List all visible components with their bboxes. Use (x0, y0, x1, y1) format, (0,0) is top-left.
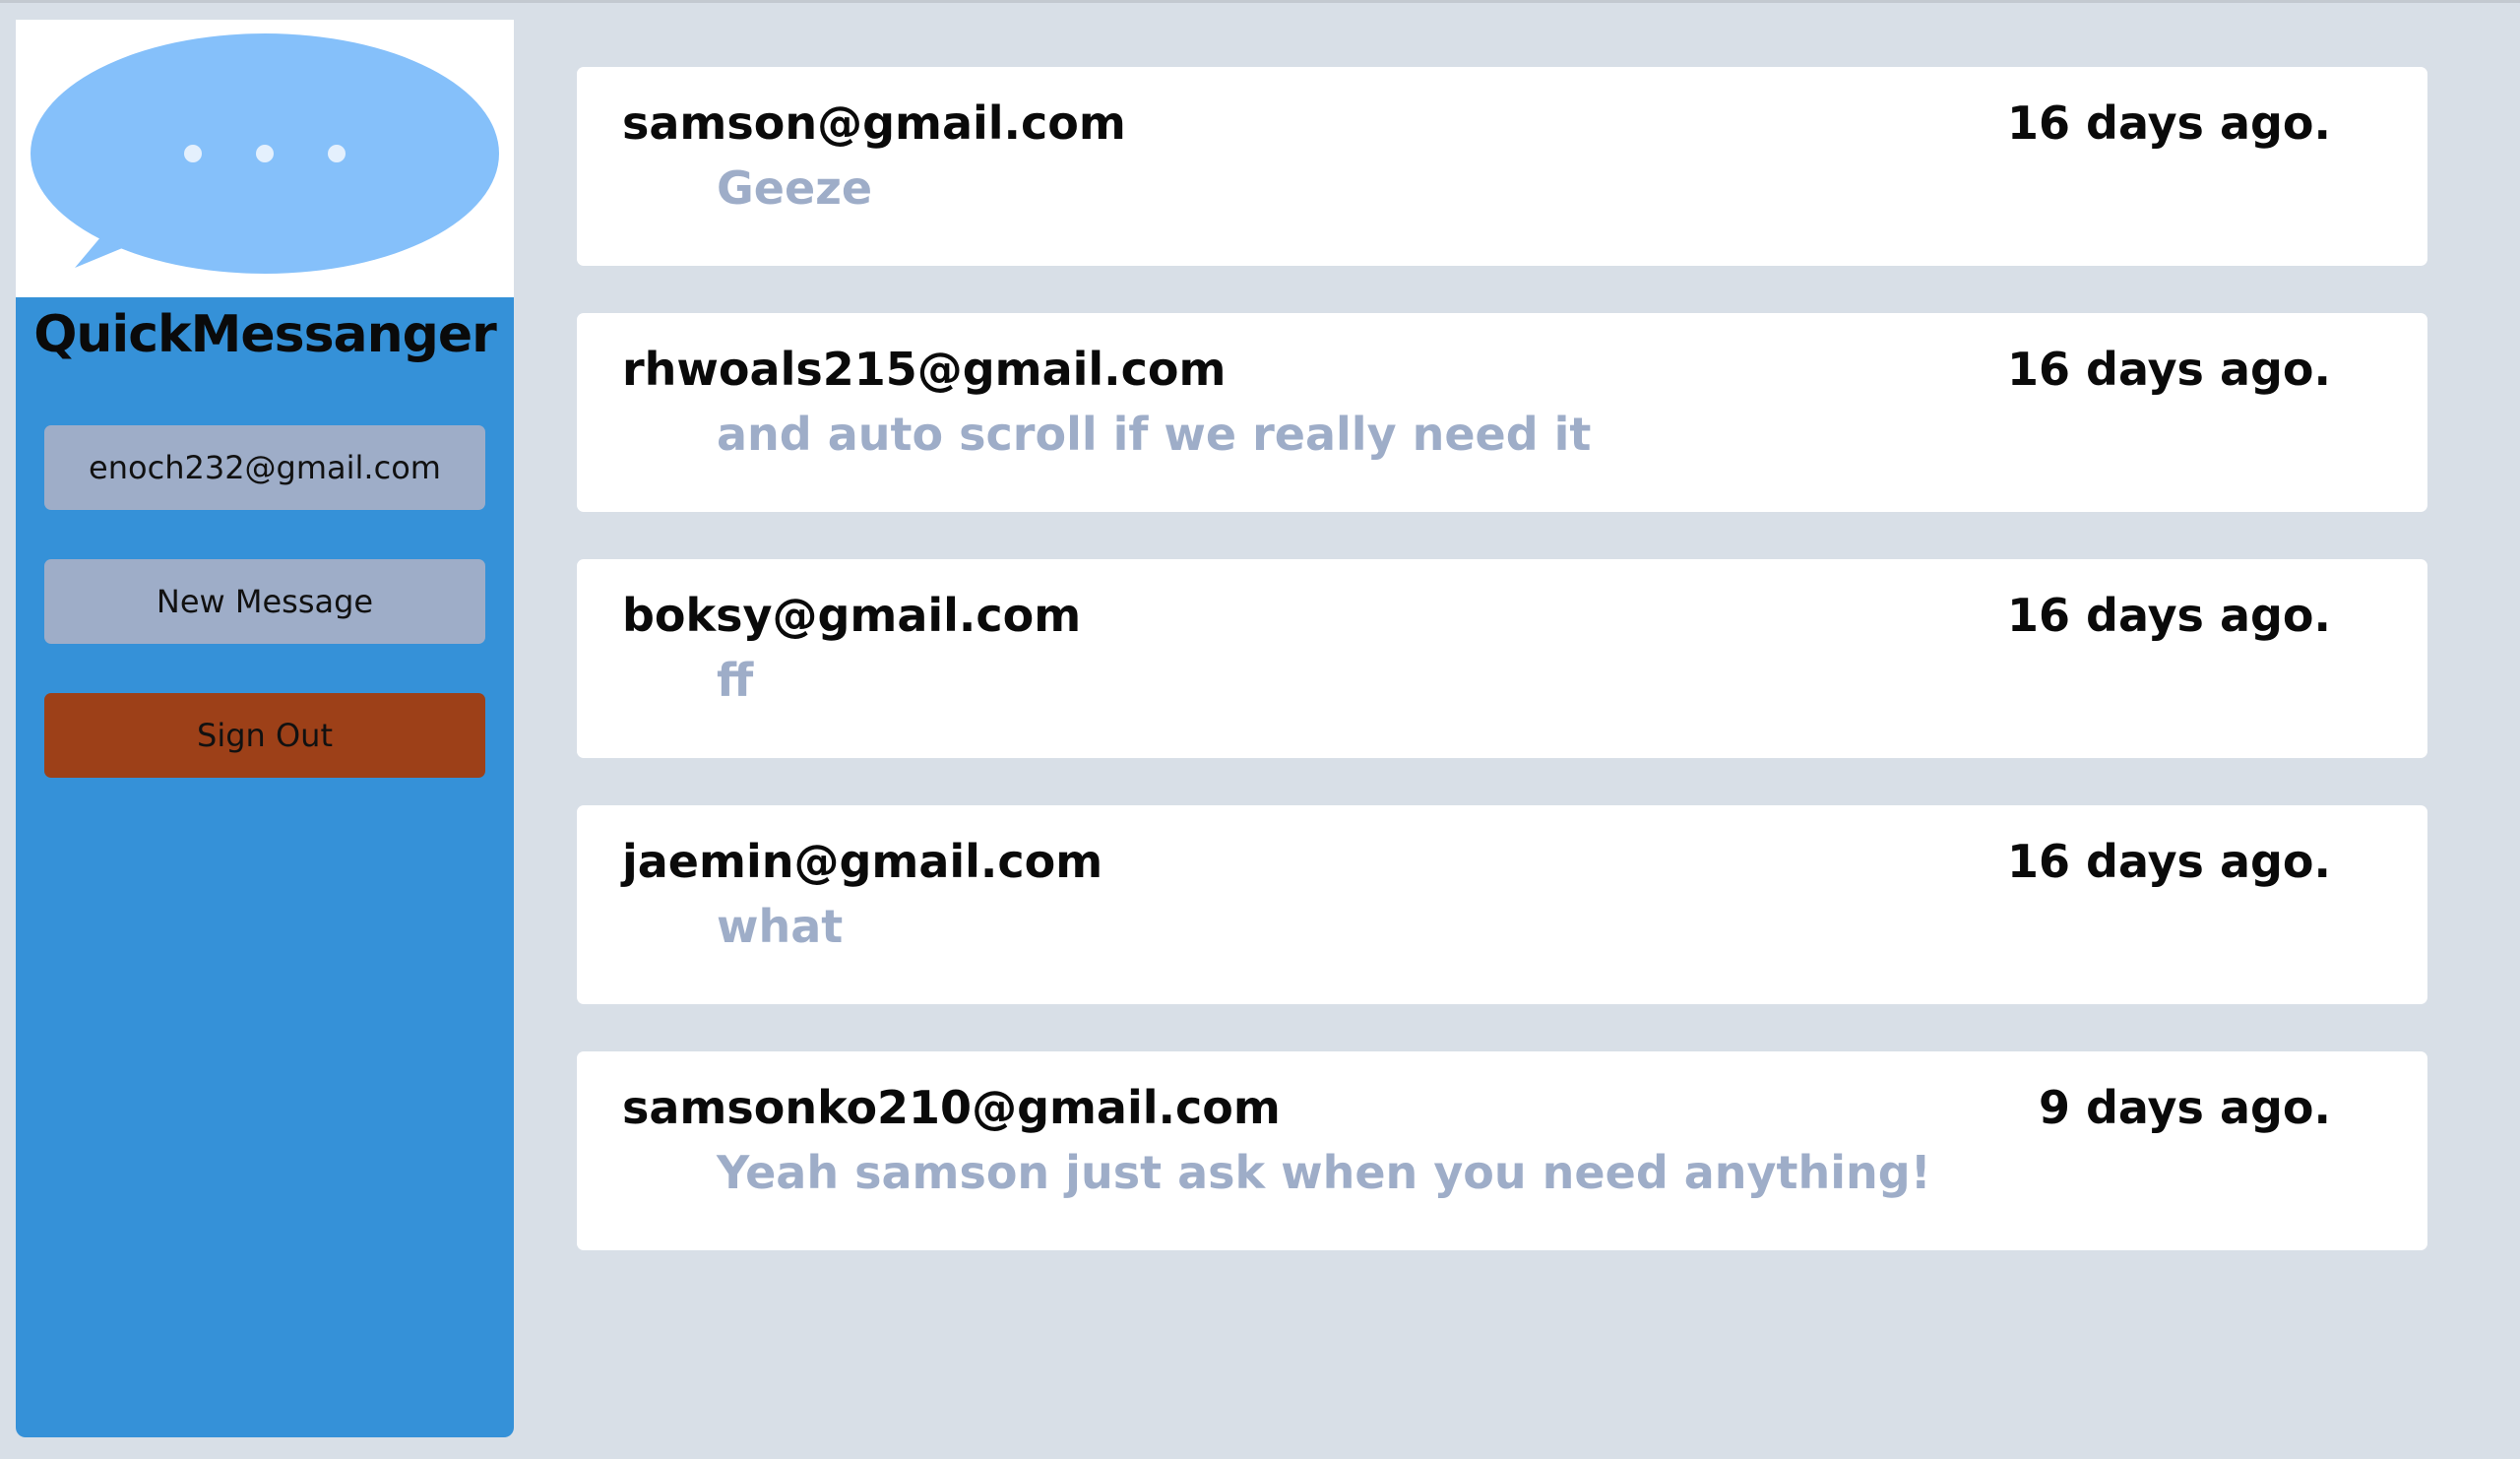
message-preview: what (717, 900, 844, 953)
message-item[interactable]: jaemin@gmail.com 16 days ago. what (577, 805, 2427, 1004)
message-list: samson@gmail.com 16 days ago. Geeze rhwo… (577, 67, 2427, 1298)
message-sender: boksy@gmail.com (622, 589, 1082, 642)
new-message-button[interactable]: New Message (44, 559, 485, 644)
message-sender: jaemin@gmail.com (622, 835, 1103, 888)
message-time: 16 days ago. (2006, 343, 2331, 396)
message-item[interactable]: boksy@gmail.com 16 days ago. ff (577, 559, 2427, 758)
logo (16, 20, 514, 297)
app-title: QuickMessanger (33, 305, 497, 364)
message-sender: rhwoals215@gmail.com (622, 343, 1227, 396)
window-top-border (0, 0, 2520, 3)
message-item[interactable]: samsonko210@gmail.com 9 days ago. Yeah s… (577, 1051, 2427, 1250)
message-item[interactable]: rhwoals215@gmail.com 16 days ago. and au… (577, 313, 2427, 512)
message-time: 16 days ago. (2006, 835, 2331, 888)
message-preview: and auto scroll if we really need it (717, 408, 1592, 461)
message-time: 16 days ago. (2006, 589, 2331, 642)
sign-out-button[interactable]: Sign Out (44, 693, 485, 778)
message-sender: samsonko210@gmail.com (622, 1081, 1281, 1134)
message-item[interactable]: samson@gmail.com 16 days ago. Geeze (577, 67, 2427, 266)
sidebar: QuickMessanger enoch232@gmail.com New Me… (16, 20, 514, 1437)
message-sender: samson@gmail.com (622, 96, 1126, 150)
message-time: 9 days ago. (2038, 1081, 2331, 1134)
message-preview: Yeah samson just ask when you need anyth… (717, 1146, 1931, 1199)
speech-bubble-icon (31, 33, 499, 274)
message-preview: ff (717, 654, 754, 707)
message-time: 16 days ago. (2006, 96, 2331, 150)
user-email-button[interactable]: enoch232@gmail.com (44, 425, 485, 510)
message-preview: Geeze (717, 161, 873, 215)
